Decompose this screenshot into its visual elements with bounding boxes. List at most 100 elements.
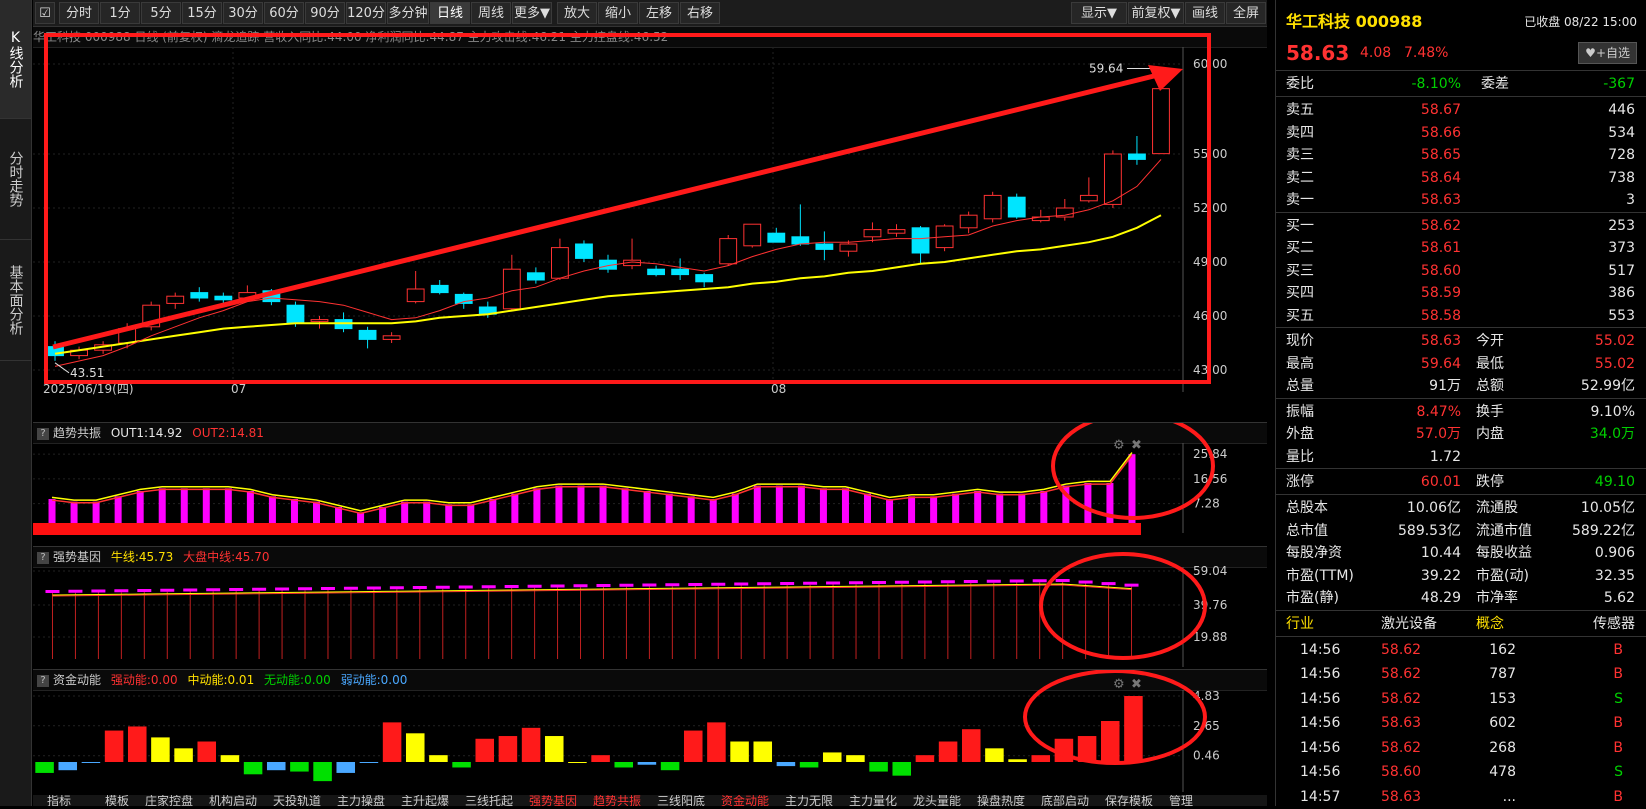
- candle-body[interactable]: [526, 272, 545, 281]
- indicator-tab-14[interactable]: 龙头量能: [913, 795, 961, 806]
- indicator-tab-7[interactable]: 三线托起: [465, 795, 513, 806]
- close-icon[interactable]: ✖: [1131, 438, 1142, 453]
- indicator-tab-10[interactable]: 三线阳底: [657, 795, 705, 806]
- indicator-tab-6[interactable]: 主升起爆: [401, 795, 449, 806]
- period-button-10[interactable]: 周线: [471, 2, 511, 24]
- bid-row[interactable]: 买三 58.60 517: [1276, 259, 1646, 283]
- tick-p: 58.63: [1381, 788, 1422, 805]
- indicator-tab-2[interactable]: 庄家控盘: [145, 795, 193, 806]
- fund-momentum-chart[interactable]: 4.832.650.46⚙ ✖: [33, 670, 1267, 795]
- candle-body[interactable]: [743, 223, 762, 247]
- candle-body[interactable]: [767, 232, 786, 243]
- trend-resonance-panel[interactable]: ? 趋势共振 OUT1:14.92 OUT2:14.81 25.84 16.56 7.…: [33, 422, 1267, 546]
- indicator-tab-18[interactable]: 管理: [1169, 795, 1193, 806]
- indicator-tab-5[interactable]: 主力操盘: [337, 795, 385, 806]
- period-button-8[interactable]: 多分钟: [387, 2, 429, 24]
- candle-body[interactable]: [839, 243, 858, 252]
- indicator-tab-11[interactable]: 资金动能: [721, 795, 769, 806]
- bid-row[interactable]: 买一 58.62 253: [1276, 214, 1646, 238]
- ask-row[interactable]: 卖四 58.66 534: [1276, 121, 1646, 145]
- period-button-1[interactable]: 1分: [100, 2, 140, 24]
- chart-action-3[interactable]: 右移: [680, 2, 720, 24]
- ask-row[interactable]: 卖三 58.65 728: [1276, 143, 1646, 167]
- period-button-4[interactable]: 30分: [223, 2, 263, 24]
- strong-gene-panel[interactable]: ? 强势基因 牛线:45.73 大盘中线:45.70 59.04 39.76 19.8…: [33, 546, 1267, 669]
- indicator-tab-17[interactable]: 保存模板: [1105, 795, 1153, 806]
- ask-row[interactable]: 卖二 58.64 738: [1276, 166, 1646, 190]
- indicator-tab-13[interactable]: 主力量化: [849, 795, 897, 806]
- candle-body[interactable]: [863, 229, 882, 238]
- add-watchlist-button[interactable]: ♥+自选: [1578, 42, 1637, 64]
- candle-body[interactable]: [959, 214, 978, 229]
- indicator-tab-12[interactable]: 主力无限: [785, 795, 833, 806]
- ask-row[interactable]: 卖五 58.67 446: [1276, 98, 1646, 122]
- gear-icon[interactable]: ⚙: [1113, 438, 1125, 453]
- chart-action-0[interactable]: 放大: [557, 2, 597, 24]
- kline-chart[interactable]: 60.0055.0052.0049.0046.0043.0059.6443.51…: [33, 27, 1267, 421]
- candle-body[interactable]: [671, 268, 690, 276]
- period-button-3[interactable]: 15分: [182, 2, 222, 24]
- bid-row[interactable]: 买五 58.58 553: [1276, 304, 1646, 328]
- gene-marker: [550, 584, 565, 588]
- toolbar-right-0[interactable]: 显示▼: [1071, 2, 1127, 24]
- candle-body[interactable]: [647, 268, 666, 276]
- indicator-tab-15[interactable]: 操盘热度: [977, 795, 1025, 806]
- toolbar-right-3[interactable]: 全屏: [1226, 2, 1266, 24]
- indicator-tab-0[interactable]: 指标: [47, 795, 71, 806]
- candle-body[interactable]: [166, 295, 185, 304]
- period-button-9[interactable]: 日线: [430, 2, 470, 24]
- period-button-5[interactable]: 60分: [264, 2, 304, 24]
- indicator-tab-16[interactable]: 底部启动: [1041, 795, 1089, 806]
- indicator-tab-4[interactable]: 天投轨道: [273, 795, 321, 806]
- fund-momentum-panel[interactable]: ? 资金动能 强动能:0.00 中动能:0.01 无动能:0.00 弱动能:0.0…: [33, 669, 1267, 795]
- indicator-tab-1[interactable]: 模板: [105, 795, 129, 806]
- tab-kline-analysis[interactable]: K线分析: [0, 0, 31, 119]
- candle-body[interactable]: [406, 288, 425, 303]
- candle-body[interactable]: [551, 247, 569, 279]
- candle-body[interactable]: [214, 295, 233, 301]
- candle-body[interactable]: [911, 227, 930, 254]
- candle-body[interactable]: [887, 229, 906, 234]
- period-button-7[interactable]: 120分: [346, 2, 386, 24]
- period-button-2[interactable]: 5分: [141, 2, 181, 24]
- candle-body[interactable]: [382, 335, 401, 340]
- candle-body[interactable]: [575, 243, 593, 259]
- industry-row[interactable]: 行业 激光设备 概念 传感器: [1276, 612, 1646, 636]
- candle-body[interactable]: [286, 304, 305, 324]
- candle-body[interactable]: [1079, 194, 1098, 202]
- ask-row[interactable]: 卖一 58.63 3: [1276, 188, 1646, 212]
- candle-body[interactable]: [358, 329, 377, 340]
- indicator-tab-3[interactable]: 机构启动: [209, 795, 257, 806]
- candle-body[interactable]: [430, 284, 449, 294]
- gear-icon[interactable]: ⚙: [1113, 677, 1125, 692]
- indicator-tab-9[interactable]: 趋势共振: [593, 795, 641, 806]
- candle-body[interactable]: [815, 243, 834, 250]
- indicator-tab-8[interactable]: 强势基因: [529, 795, 577, 806]
- checkbox-toggle[interactable]: ☑: [35, 2, 55, 24]
- candle-body[interactable]: [502, 268, 521, 310]
- period-button-0[interactable]: 分时: [59, 2, 99, 24]
- candle-body[interactable]: [983, 194, 1002, 220]
- toolbar-right-1[interactable]: 前复权▼: [1128, 2, 1184, 24]
- candle-body[interactable]: [695, 274, 714, 283]
- close-icon[interactable]: ✖: [1131, 677, 1142, 692]
- candle-body[interactable]: [719, 238, 738, 265]
- candle-body[interactable]: [791, 236, 810, 245]
- kline-panel[interactable]: 华工科技 000988 日线 (前复权) 滴龙追踪 营收入同比:44.00 净利…: [33, 27, 1267, 421]
- period-button-11[interactable]: 更多▼: [512, 2, 552, 24]
- bid-row[interactable]: 买四 58.59 386: [1276, 281, 1646, 305]
- chart-action-1[interactable]: 缩小: [598, 2, 638, 24]
- toolbar-right-2[interactable]: 画线: [1185, 2, 1225, 24]
- trend-resonance-chart[interactable]: 25.8416.567.28⚙ ✖: [33, 423, 1267, 546]
- candle-body[interactable]: [1152, 88, 1170, 155]
- candle-body[interactable]: [1007, 196, 1026, 218]
- bid-row[interactable]: 买二 58.61 373: [1276, 236, 1646, 260]
- tab-fundamentals[interactable]: 基本面分析: [0, 240, 31, 361]
- candle-body[interactable]: [1128, 153, 1146, 160]
- strong-gene-chart[interactable]: 59.04 39.76 19.88: [33, 547, 1267, 669]
- candle-body[interactable]: [310, 319, 329, 322]
- chart-action-2[interactable]: 左移: [639, 2, 679, 24]
- tab-intraday[interactable]: 分时走势: [0, 119, 31, 240]
- candle-body[interactable]: [190, 292, 209, 299]
- period-button-6[interactable]: 90分: [305, 2, 345, 24]
